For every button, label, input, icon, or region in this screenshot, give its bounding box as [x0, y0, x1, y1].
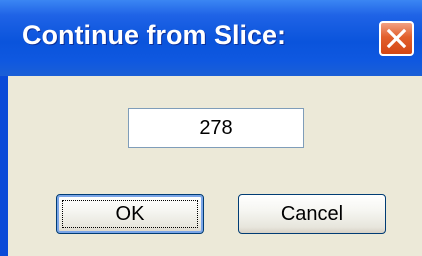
- dialog-body: OK Cancel: [8, 76, 422, 256]
- ok-button-label: OK: [115, 203, 145, 225]
- slice-number-input[interactable]: [128, 108, 304, 148]
- title-bar[interactable]: Continue from Slice:: [0, 0, 422, 76]
- dialog-window: Continue from Slice: OK Cancel: [0, 0, 422, 256]
- ok-button[interactable]: OK: [56, 194, 204, 234]
- cancel-button[interactable]: Cancel: [238, 194, 386, 234]
- close-button[interactable]: [379, 21, 414, 56]
- close-x-icon: [386, 28, 407, 49]
- cancel-button-label: Cancel: [280, 203, 344, 225]
- dialog-title: Continue from Slice:: [22, 20, 287, 50]
